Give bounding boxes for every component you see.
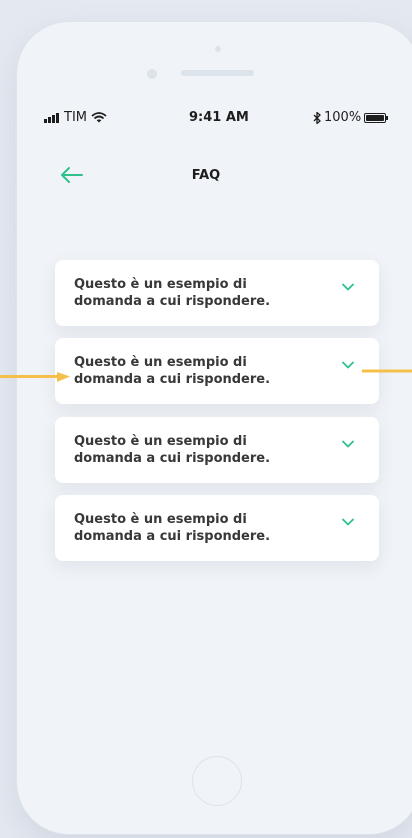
status-bar: TIM 9:41 AM 100% [31,94,412,138]
faq-item[interactable]: Questo è un esempio di domanda a cui ris… [55,495,379,561]
bluetooth-icon [313,111,321,124]
faq-item[interactable]: Questo è un esempio di domanda a cui ris… [55,417,379,483]
phone-camera [147,69,157,79]
chevron-down-icon[interactable] [341,360,355,370]
signal-icon [44,112,59,123]
faq-question: Questo è un esempio di domanda a cui ris… [74,512,271,544]
screen: TIM 9:41 AM 100% [31,94,412,734]
page-title: FAQ [191,168,221,183]
status-right: 100% [313,110,389,125]
battery-cap [386,115,389,120]
faq-item[interactable]: Questo è un esempio di domanda a cui ris… [55,338,379,404]
status-left: TIM [44,110,107,125]
faq-item[interactable]: Questo è un esempio di domanda a cui ris… [55,260,379,326]
home-button[interactable] [192,756,242,806]
chevron-down-icon[interactable] [341,282,355,292]
battery-icon [364,112,389,123]
annotation-line-icon [362,369,412,373]
annotation-arrow-icon [0,372,70,382]
wifi-icon [91,112,107,123]
carrier-name: TIM [64,110,87,125]
chevron-down-icon[interactable] [341,517,355,527]
faq-question: Questo è un esempio di domanda a cui ris… [74,277,271,309]
phone-speaker [181,70,254,76]
faq-question: Questo è un esempio di domanda a cui ris… [74,355,271,387]
chevron-down-icon[interactable] [341,439,355,449]
faq-question: Questo è un esempio di domanda a cui ris… [74,434,271,466]
battery-percent: 100% [324,110,362,125]
battery-fill [366,114,385,121]
status-time: 9:41 AM [189,110,249,125]
phone-sensor [215,46,221,52]
